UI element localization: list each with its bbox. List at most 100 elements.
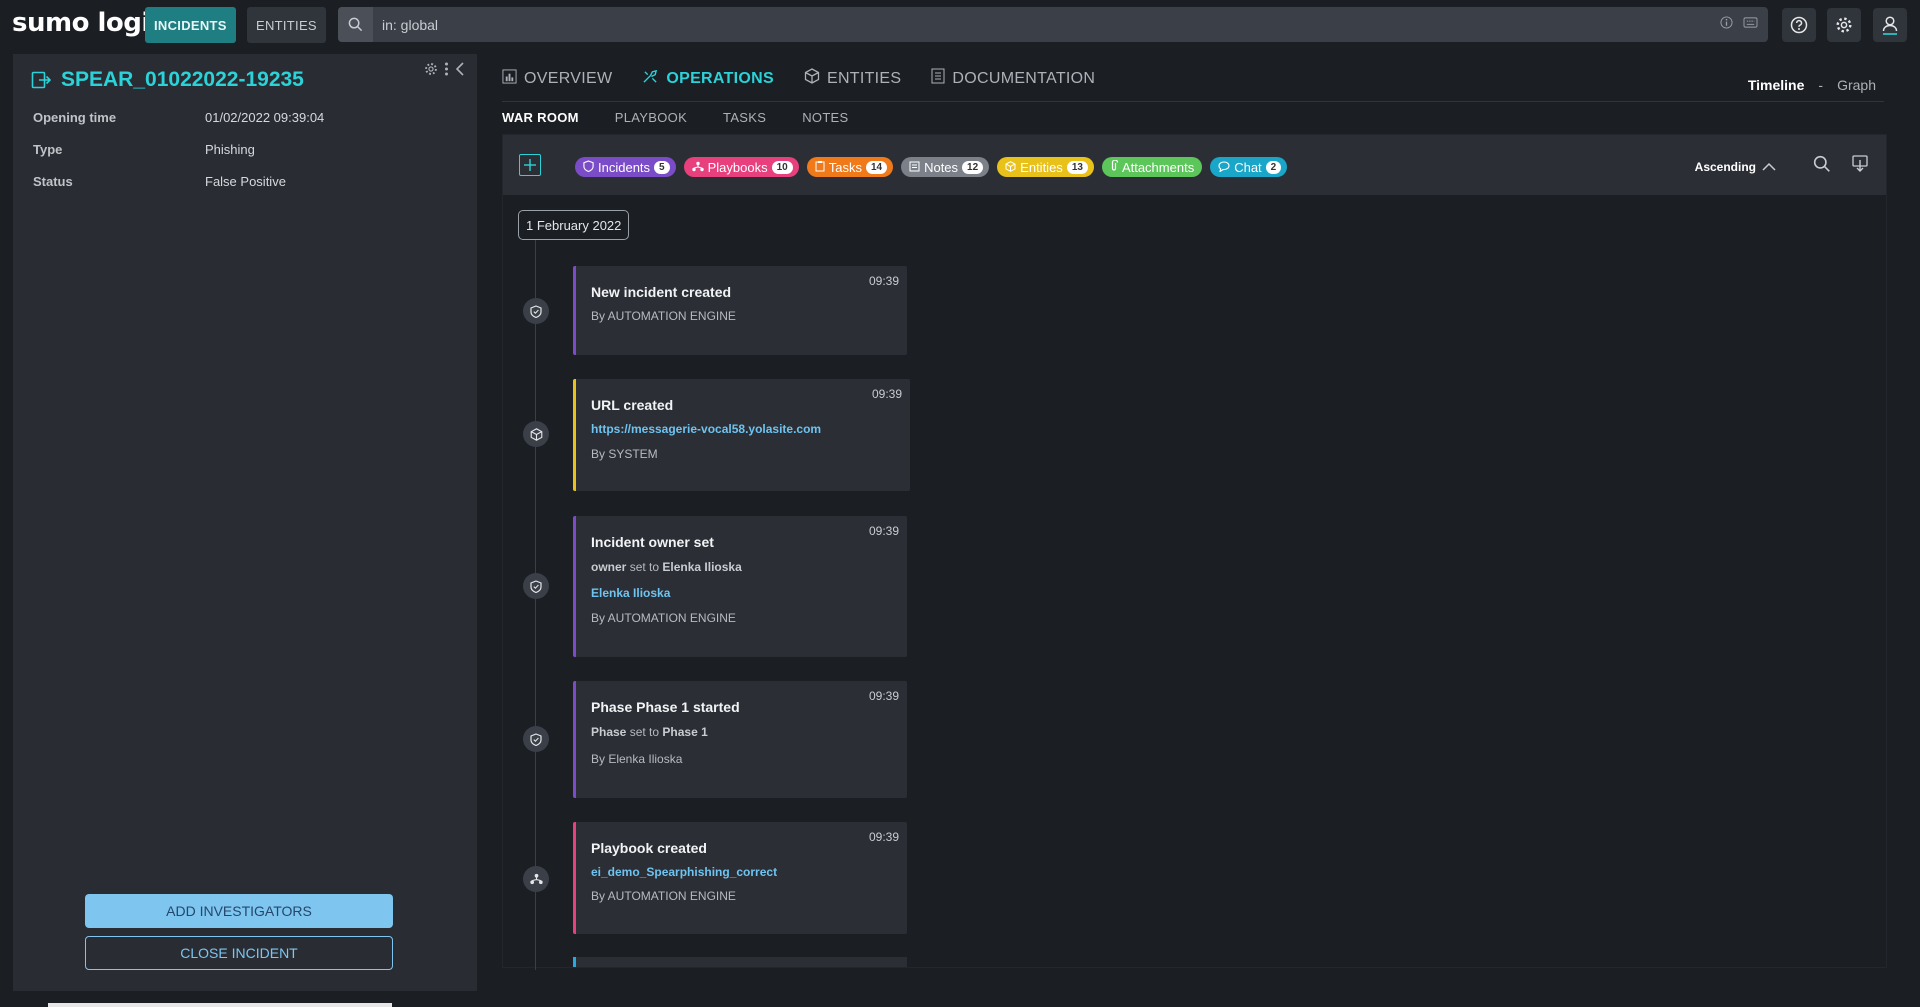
top-bar: sumo logic INCIDENTS ENTITIES <box>0 0 1920 51</box>
collapse-panel-icon[interactable] <box>455 62 465 81</box>
war-room-toolbar: Incidents 5 Playbooks 10 Tasks 14 Notes … <box>503 135 1886 195</box>
chip-label: Playbooks <box>707 159 768 175</box>
field-label: Type <box>33 142 63 157</box>
filter-chip-tasks[interactable]: Tasks 14 <box>806 157 894 177</box>
view-toggle: Timeline - Graph <box>1748 77 1876 93</box>
chip-label: Tasks <box>828 159 862 175</box>
close-incident-button[interactable]: CLOSE INCIDENT <box>85 936 393 970</box>
timeline-search-icon[interactable] <box>1813 155 1831 178</box>
field-value: False Positive <box>205 174 286 189</box>
field-label: Opening time <box>33 110 117 125</box>
tab-operations[interactable]: OPERATIONS <box>642 68 774 89</box>
filter-chips: Incidents 5 Playbooks 10 Tasks 14 Notes … <box>575 157 1288 177</box>
timeline-event-card[interactable]: 09:39 Playbook created ei_demo_Spearphis… <box>573 822 907 934</box>
timeline-event-card-partial <box>573 957 907 967</box>
nav-incidents[interactable]: INCIDENTS <box>145 7 236 43</box>
filter-chip-playbooks[interactable]: Playbooks 10 <box>683 157 799 177</box>
event-time: 09:39 <box>868 689 899 703</box>
search-input[interactable] <box>380 7 1680 42</box>
download-icon[interactable] <box>1852 155 1868 178</box>
field-value: 01/02/2022 09:39:04 <box>205 110 325 125</box>
app-logo[interactable]: sumo logic <box>12 8 165 38</box>
timeline-view-button[interactable]: Timeline <box>1748 77 1805 93</box>
help-icon[interactable] <box>1782 8 1816 42</box>
tab-label: OVERVIEW <box>524 69 613 87</box>
chip-count: 12 <box>962 160 984 174</box>
timeline-event-card[interactable]: 09:39 New incident created By AUTOMATION… <box>573 266 907 355</box>
timeline-axis <box>535 240 536 970</box>
graph-view-button[interactable]: Graph <box>1837 77 1876 93</box>
event-title: Playbook created <box>591 840 707 856</box>
tab-entities[interactable]: ENTITIES <box>804 68 901 89</box>
event-time: 09:39 <box>871 387 902 401</box>
filter-chip-attachments[interactable]: Attachments <box>1101 157 1203 177</box>
event-time: 09:39 <box>868 830 899 844</box>
event-change: Phase set to Phase 1 <box>591 725 708 739</box>
add-investigators-button[interactable]: ADD INVESTIGATORS <box>85 894 393 928</box>
subtab-playbook[interactable]: PLAYBOOK <box>615 110 687 125</box>
shield-icon <box>523 726 549 752</box>
keyboard-icon[interactable] <box>1743 16 1758 34</box>
chat-icon <box>1218 160 1230 175</box>
chip-count: 2 <box>1265 160 1282 174</box>
nav-entities[interactable]: ENTITIES <box>247 7 326 43</box>
chip-label: Notes <box>924 159 959 175</box>
filter-chip-incidents[interactable]: Incidents 5 <box>575 157 676 177</box>
chip-label: Entities <box>1020 159 1063 175</box>
incident-name: SPEAR_01022022-19235 <box>61 68 304 91</box>
event-author: By SYSTEM <box>591 447 658 461</box>
tab-label: ENTITIES <box>826 69 902 87</box>
user-icon[interactable] <box>1873 8 1907 42</box>
incident-title: SPEAR_01022022-19235 <box>31 68 304 92</box>
sitemap-icon <box>691 160 704 175</box>
event-title: URL created <box>591 397 674 413</box>
timeline-event-card[interactable]: 09:39 Phase Phase 1 started Phase set to… <box>573 681 907 798</box>
shield-icon <box>523 573 549 599</box>
event-link[interactable]: https://messagerie-vocal58.yolasite.com <box>591 422 821 436</box>
settings-icon[interactable] <box>1827 8 1861 42</box>
document-icon <box>931 68 945 89</box>
tab-overview[interactable]: OVERVIEW <box>502 68 612 89</box>
chart-icon <box>502 68 517 89</box>
field-value: Phishing <box>205 142 255 157</box>
subtab-war-room[interactable]: WAR ROOM <box>502 110 579 125</box>
cube-icon <box>1005 160 1016 175</box>
subtab-tasks[interactable]: TASKS <box>723 110 766 125</box>
field-label: Status <box>33 174 73 189</box>
sort-order-toggle[interactable]: Ascending <box>1695 160 1776 174</box>
panel-settings-icon[interactable] <box>424 62 438 81</box>
filter-chip-entities[interactable]: Entities 13 <box>997 157 1094 177</box>
timeline-event-card[interactable]: 09:39 URL created https://messagerie-voc… <box>573 379 910 491</box>
event-title: New incident created <box>591 284 732 300</box>
incident-icon <box>31 70 51 90</box>
shield-icon <box>523 298 549 324</box>
info-icon[interactable] <box>1720 16 1733 34</box>
tab-documentation[interactable]: DOCUMENTATION <box>931 68 1095 89</box>
search-icon[interactable] <box>338 7 373 42</box>
sitemap-icon <box>523 866 549 892</box>
tab-label: DOCUMENTATION <box>952 69 1096 87</box>
sort-label: Ascending <box>1694 160 1756 174</box>
event-author: By AUTOMATION ENGINE <box>591 309 736 323</box>
chevron-up-icon <box>1762 160 1776 174</box>
event-time: 09:39 <box>868 524 899 538</box>
event-change: owner set to Elenka Ilioska <box>591 560 742 574</box>
tab-label: OPERATIONS <box>666 69 774 87</box>
chip-count: 13 <box>1066 160 1088 174</box>
subtab-notes[interactable]: NOTES <box>802 110 848 125</box>
chip-label: Attachments <box>1121 159 1195 175</box>
filter-chip-chat[interactable]: Chat 2 <box>1210 157 1288 177</box>
filter-chip-notes[interactable]: Notes 12 <box>901 157 990 177</box>
more-options-icon[interactable] <box>444 62 449 81</box>
event-title: Phase Phase 1 started <box>591 699 740 715</box>
timeline-event-card[interactable]: 09:39 Incident owner set owner set to El… <box>573 516 907 657</box>
bottom-scrollbar[interactable] <box>48 1003 392 1007</box>
event-author: By AUTOMATION ENGINE <box>591 611 736 625</box>
add-entry-button[interactable] <box>519 154 541 176</box>
global-search[interactable] <box>338 7 1768 42</box>
event-link[interactable]: Elenka Ilioska <box>591 586 670 600</box>
chip-count: 5 <box>654 160 670 174</box>
chip-label: Incidents <box>598 159 651 175</box>
cube-icon <box>523 421 549 447</box>
event-link[interactable]: ei_demo_Spearphishing_correct <box>591 865 777 879</box>
